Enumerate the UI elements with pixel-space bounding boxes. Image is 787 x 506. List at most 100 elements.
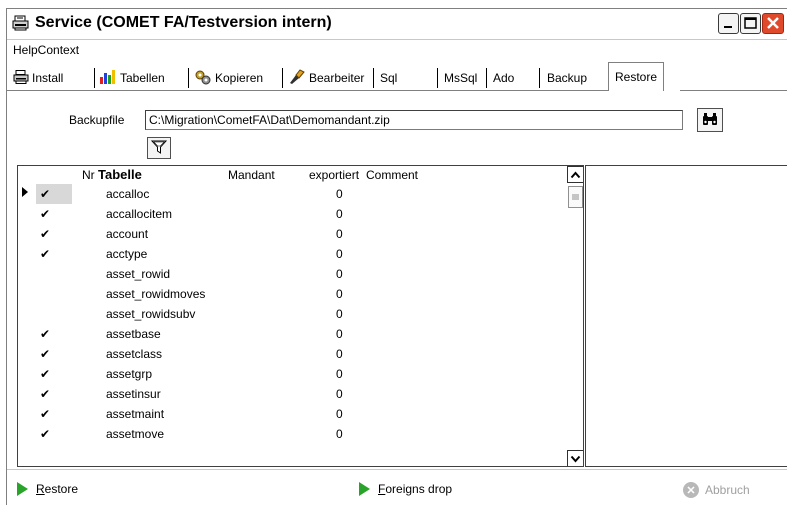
tab-ado[interactable]: Ado	[493, 65, 514, 91]
filter-button[interactable]	[147, 137, 171, 159]
cell-exportiert: 0	[336, 387, 343, 401]
printer-app-icon	[12, 15, 30, 31]
tab-baseline	[7, 90, 608, 91]
table-row[interactable]: asset_rowidsubv 0	[18, 304, 568, 324]
table-row[interactable]: ✔ acctype 0	[18, 244, 568, 264]
backupfile-input[interactable]	[145, 110, 683, 130]
cell-tabelle: asset_rowidsubv	[106, 307, 196, 321]
cancel-icon: ✕	[683, 482, 699, 498]
restore-button[interactable]: Restore	[17, 482, 78, 496]
table-row[interactable]: ✔ assetclass 0	[18, 344, 568, 364]
tab-separator	[282, 68, 283, 88]
detail-panel	[585, 165, 787, 467]
cell-tabelle: account	[106, 227, 149, 241]
table-row[interactable]: ✔ assetmove 0	[18, 424, 568, 444]
table-row[interactable]: asset_rowid 0	[18, 264, 568, 284]
foreigns-drop-accelerator: F	[378, 482, 386, 496]
minimize-button[interactable]	[718, 13, 739, 34]
row-check-icon[interactable]: ✔	[40, 367, 50, 381]
tab-install-label: Install	[32, 71, 64, 85]
tab-mssql[interactable]: MsSql	[444, 65, 477, 91]
cell-tabelle: asset_rowid	[106, 267, 171, 281]
service-window: Service (COMET FA/Testversion intern) He…	[6, 8, 787, 505]
scroll-thumb[interactable]	[568, 186, 583, 208]
menu-bar: HelpContext	[7, 40, 787, 60]
row-check-icon[interactable]: ✔	[40, 327, 50, 341]
maximize-button[interactable]	[740, 13, 761, 34]
scroll-up-button[interactable]	[567, 166, 583, 183]
browse-button[interactable]	[697, 108, 723, 132]
cell-exportiert: 0	[336, 267, 343, 281]
row-check-icon[interactable]: ✔	[40, 427, 50, 441]
table-chart-icon	[99, 69, 117, 88]
tab-ado-label: Ado	[493, 71, 515, 85]
chevron-down-icon	[570, 455, 581, 463]
row-check-icon[interactable]: ✔	[40, 207, 50, 221]
tab-bearbeiter[interactable]: Bearbeiter	[288, 65, 364, 91]
table-row[interactable]: ✔ assetinsur 0	[18, 384, 568, 404]
tab-mssql-label: MsSql	[444, 71, 478, 85]
tab-backup[interactable]: Backup	[547, 65, 587, 91]
cell-tabelle: asset_rowidmoves	[106, 287, 206, 301]
gears-icon	[194, 69, 212, 88]
tab-bearbeiter-label: Bearbeiter	[309, 71, 365, 85]
row-check-icon[interactable]: ✔	[40, 227, 50, 241]
close-button[interactable]	[762, 13, 784, 34]
tab-kopieren[interactable]: Kopieren	[194, 65, 263, 91]
table-row[interactable]: ✔ assetgrp 0	[18, 364, 568, 384]
title-bar[interactable]: Service (COMET FA/Testversion intern)	[7, 9, 787, 40]
tab-separator	[486, 68, 487, 88]
tab-restore[interactable]: Restore	[608, 62, 665, 91]
cell-tabelle: assetmaint	[106, 407, 165, 421]
tab-tabellen[interactable]: Tabellen	[99, 65, 165, 91]
table-row[interactable]: ✔ accalloc 0	[18, 184, 568, 204]
row-check-icon[interactable]: ✔	[40, 347, 50, 361]
table-row[interactable]: ✔ assetbase 0	[18, 324, 568, 344]
cell-exportiert: 0	[336, 187, 343, 201]
tab-restore-label: Restore	[615, 70, 658, 84]
cell-exportiert: 0	[336, 287, 343, 301]
column-header-nr[interactable]: Nr	[82, 168, 95, 182]
foreigns-drop-button[interactable]: Foreigns drop	[359, 482, 452, 496]
chevron-up-icon	[570, 170, 581, 178]
tab-baseline	[680, 90, 787, 91]
column-header-mandant[interactable]: Mandant	[228, 168, 275, 182]
cell-tabelle: assetinsur	[106, 387, 161, 401]
tab-separator	[94, 68, 95, 88]
cell-exportiert: 0	[336, 427, 343, 441]
cell-tabelle: assetclass	[106, 347, 163, 361]
cell-tabelle: acctype	[106, 247, 148, 261]
cell-exportiert: 0	[336, 207, 343, 221]
foreigns-drop-label: oreigns drop	[385, 482, 453, 496]
tab-sql[interactable]: Sql	[380, 65, 397, 91]
cell-exportiert: 0	[336, 307, 343, 321]
tab-kopieren-label: Kopieren	[215, 71, 264, 85]
edit-tool-icon	[288, 68, 306, 88]
tab-install[interactable]: Install	[13, 65, 63, 91]
row-check-icon[interactable]: ✔	[40, 247, 50, 261]
column-header-comment[interactable]: Comment	[366, 168, 418, 182]
cell-tabelle: accallocitem	[106, 207, 173, 221]
restore-accelerator: R	[36, 482, 45, 496]
abbruch-button[interactable]: ✕ Abbruch	[683, 482, 750, 498]
grid-header: Nr Tabelle Mandant exportiert Comment	[18, 166, 568, 186]
column-header-exportiert[interactable]: exportiert	[309, 168, 359, 182]
menu-helpcontext[interactable]: HelpContext	[13, 43, 79, 57]
scroll-down-button[interactable]	[567, 450, 583, 466]
cell-exportiert: 0	[336, 247, 343, 261]
backupfile-label: Backupfile	[69, 113, 125, 127]
cell-exportiert: 0	[336, 347, 343, 361]
table-row[interactable]: ✔ accallocitem 0	[18, 204, 568, 224]
row-check-icon[interactable]: ✔	[40, 387, 50, 401]
column-header-tabelle[interactable]: Tabelle	[98, 167, 142, 182]
vertical-scrollbar[interactable]	[567, 166, 583, 466]
table-row[interactable]: ✔ account 0	[18, 224, 568, 244]
table-row[interactable]: asset_rowidmoves 0	[18, 284, 568, 304]
row-check-icon[interactable]: ✔	[40, 187, 50, 201]
play-icon	[17, 482, 28, 496]
restore-table-grid: Nr Tabelle Mandant exportiert Comment ✔ a…	[17, 165, 584, 467]
row-check-icon[interactable]: ✔	[40, 407, 50, 421]
funnel-icon	[150, 139, 168, 158]
table-row[interactable]: ✔ assetmaint 0	[18, 404, 568, 424]
abbruch-label: Abbruch	[705, 483, 750, 497]
